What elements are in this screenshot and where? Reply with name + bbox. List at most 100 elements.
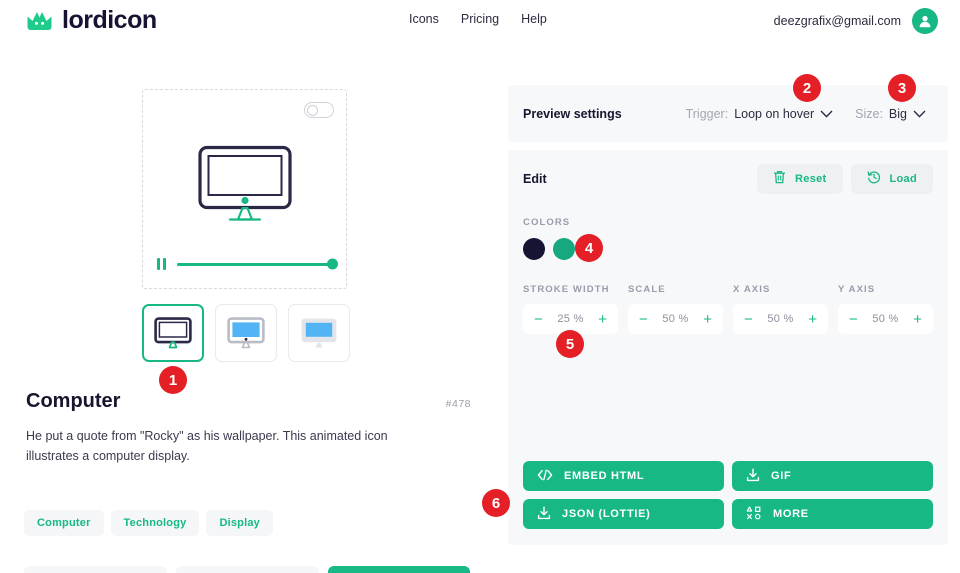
chevron-down-icon bbox=[913, 107, 926, 121]
decrement-button[interactable]: − bbox=[639, 312, 648, 327]
nav-pricing[interactable]: Pricing bbox=[461, 12, 499, 26]
tag-technology[interactable]: Technology bbox=[110, 510, 200, 536]
x-axis-value: 50 % bbox=[767, 313, 794, 325]
download-icon bbox=[537, 506, 551, 523]
preview-player[interactable] bbox=[157, 256, 338, 272]
trigger-value: Loop on hover bbox=[734, 106, 815, 121]
annotation-marker-1: 1 bbox=[159, 366, 187, 394]
icon-preview-stage[interactable] bbox=[142, 89, 347, 289]
decrement-button[interactable]: − bbox=[849, 312, 858, 327]
trash-icon bbox=[773, 170, 786, 187]
style-thumbnail-list bbox=[142, 304, 350, 362]
y-axis-stepper[interactable]: − 50 % + bbox=[838, 304, 933, 334]
increment-button[interactable]: + bbox=[913, 312, 922, 327]
json-lottie-button[interactable]: JSON (LOTTIE) bbox=[523, 499, 724, 529]
color-swatch-primary[interactable] bbox=[523, 238, 545, 260]
more-button[interactable]: MORE bbox=[732, 499, 933, 529]
stroke-width-value: 25 % bbox=[557, 313, 584, 325]
thumbnail-solid[interactable] bbox=[288, 304, 350, 362]
x-axis-label: X AXIS bbox=[733, 284, 771, 295]
y-axis-field: Y AXIS − 50 % + bbox=[838, 284, 933, 334]
increment-button[interactable]: + bbox=[598, 312, 607, 327]
icon-description: He put a quote from "Rocky" as his wallp… bbox=[26, 429, 388, 464]
tag-list: Computer Technology Display bbox=[24, 510, 273, 536]
size-dropdown[interactable]: Size: Big bbox=[855, 107, 926, 121]
favorites-button[interactable]: Favorites bbox=[176, 566, 319, 573]
reset-button[interactable]: Reset bbox=[757, 163, 843, 194]
app-root: lordicon Icons Pricing Help deezgrafix@g… bbox=[0, 0, 960, 573]
toggle-knob bbox=[307, 104, 318, 116]
shapes-icon bbox=[746, 505, 762, 523]
decrement-button[interactable]: − bbox=[534, 312, 543, 327]
embed-html-label: EMBED HTML bbox=[564, 470, 645, 482]
icon-id: #478 bbox=[445, 398, 471, 410]
load-label: Load bbox=[889, 172, 917, 185]
user-avatar-icon[interactable] bbox=[912, 8, 938, 34]
preview-settings-bar: Preview settings Trigger: Loop on hover … bbox=[508, 85, 948, 142]
gif-label: GIF bbox=[771, 470, 792, 482]
chevron-down-icon bbox=[820, 107, 833, 121]
colors-label: COLORS bbox=[523, 217, 571, 228]
brand-name: lordicon bbox=[62, 6, 157, 34]
brand-logo[interactable]: lordicon bbox=[26, 6, 157, 35]
embed-html-button[interactable]: EMBED HTML bbox=[523, 461, 724, 491]
scale-label: SCALE bbox=[628, 284, 666, 295]
increment-button[interactable]: + bbox=[703, 312, 712, 327]
y-axis-label: Y AXIS bbox=[838, 284, 876, 295]
json-lottie-label: JSON (LOTTIE) bbox=[562, 508, 651, 520]
site-header: lordicon Icons Pricing Help deezgrafix@g… bbox=[0, 0, 960, 42]
numeric-fields: STROKE WIDTH − 25 % + SCALE − 50 % + X A… bbox=[523, 284, 933, 334]
right-column: Preview settings Trigger: Loop on hover … bbox=[508, 85, 948, 545]
stroke-width-label: STROKE WIDTH bbox=[523, 284, 610, 295]
pause-icon[interactable] bbox=[157, 258, 166, 270]
edit-panel-header: Edit Reset Load bbox=[523, 150, 933, 207]
trigger-dropdown[interactable]: Trigger: Loop on hover bbox=[686, 107, 834, 121]
thumbnail-outline[interactable] bbox=[142, 304, 204, 362]
color-swatch-secondary[interactable] bbox=[553, 238, 575, 260]
thumbnail-flat[interactable] bbox=[215, 304, 277, 362]
stroke-width-field: STROKE WIDTH − 25 % + bbox=[523, 284, 618, 334]
slider-thumb[interactable] bbox=[327, 258, 338, 270]
share-button[interactable]: SHARE bbox=[328, 566, 470, 573]
y-axis-value: 50 % bbox=[872, 313, 899, 325]
history-icon bbox=[866, 170, 881, 187]
nav-icons[interactable]: Icons bbox=[409, 12, 439, 26]
annotation-marker-3: 3 bbox=[888, 74, 916, 102]
scale-stepper[interactable]: − 50 % + bbox=[628, 304, 723, 334]
annotation-marker-6: 6 bbox=[482, 489, 510, 517]
load-button[interactable]: Load bbox=[850, 163, 933, 194]
icon-actions: Collection Favorites bbox=[24, 566, 470, 573]
preview-settings-title: Preview settings bbox=[523, 106, 622, 121]
computer-monitor-icon bbox=[197, 145, 293, 228]
x-axis-stepper[interactable]: − 50 % + bbox=[733, 304, 828, 334]
account-email: deezgrafix@gmail.com bbox=[773, 14, 901, 28]
progress-slider[interactable] bbox=[176, 258, 338, 270]
icon-meta: Computer #478 He put a quote from "Rocky… bbox=[26, 390, 471, 467]
scale-field: SCALE − 50 % + bbox=[628, 284, 723, 334]
account-area[interactable]: deezgrafix@gmail.com bbox=[774, 8, 938, 34]
page-title: Computer bbox=[26, 390, 121, 412]
tag-computer[interactable]: Computer bbox=[24, 510, 104, 536]
tag-display[interactable]: Display bbox=[206, 510, 273, 536]
increment-button[interactable]: + bbox=[808, 312, 817, 327]
nav-help[interactable]: Help bbox=[521, 12, 547, 26]
annotation-marker-4: 4 bbox=[575, 234, 603, 262]
reset-label: Reset bbox=[795, 172, 827, 185]
main-nav: Icons Pricing Help bbox=[409, 12, 547, 26]
annotation-marker-5: 5 bbox=[556, 330, 584, 358]
crown-icon bbox=[26, 9, 53, 33]
preview-background-toggle[interactable] bbox=[304, 102, 334, 118]
left-column: Computer #478 He put a quote from "Rocky… bbox=[0, 42, 490, 573]
size-value: Big bbox=[888, 106, 907, 121]
scale-value: 50 % bbox=[662, 313, 689, 325]
annotation-marker-2: 2 bbox=[793, 74, 821, 102]
trigger-label: Trigger: bbox=[685, 106, 729, 121]
code-icon bbox=[537, 469, 553, 484]
decrement-button[interactable]: − bbox=[744, 312, 753, 327]
download-icon bbox=[746, 468, 760, 485]
gif-button[interactable]: GIF bbox=[732, 461, 933, 491]
collection-button[interactable]: Collection bbox=[24, 566, 167, 573]
x-axis-field: X AXIS − 50 % + bbox=[733, 284, 828, 334]
download-buttons: EMBED HTML GIF JSON (LOTTIE) MORE bbox=[523, 461, 933, 529]
more-label: MORE bbox=[773, 508, 809, 520]
